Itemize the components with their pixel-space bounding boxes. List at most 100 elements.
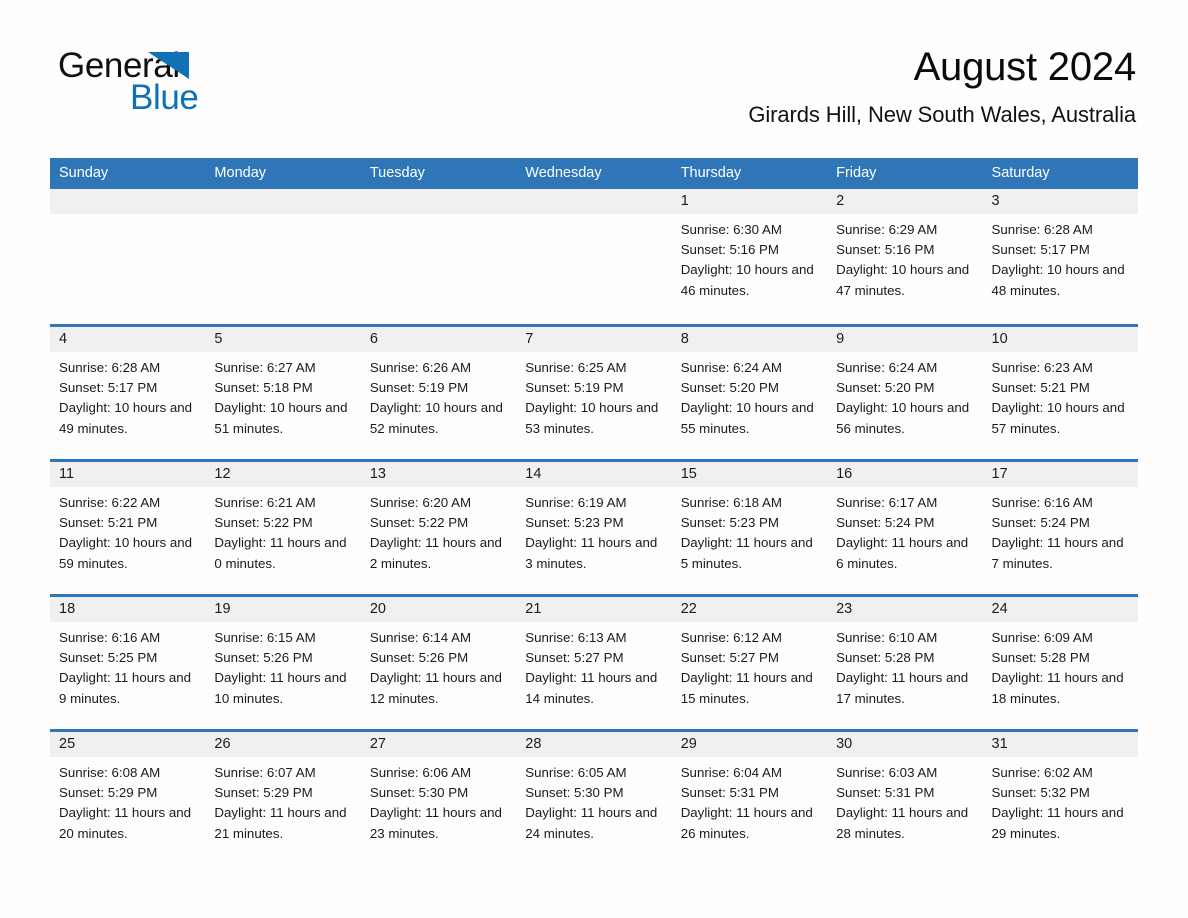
daylight-text: Daylight: 11 hours and 9 minutes. <box>59 670 192 706</box>
daylight-text: Daylight: 10 hours and 57 minutes. <box>991 400 1125 436</box>
calendar-day-cell[interactable]: 21 Sunrise: 6:13 AM Sunset: 5:27 PM Dayligh… <box>516 597 672 729</box>
daylight-text: Daylight: 10 hours and 51 minutes. <box>214 400 348 436</box>
calendar-day-cell[interactable]: 30 Sunrise: 6:03 AM Sunset: 5:31 PM Dayligh… <box>827 732 983 864</box>
weekday-header-tuesday: Tuesday <box>369 165 425 181</box>
calendar-day-cell[interactable]: 20 Sunrise: 6:14 AM Sunset: 5:26 PM Dayligh… <box>360 597 517 729</box>
day-details: Sunrise: 6:08 AM Sunset: 5:29 PM Daylight:… <box>50 757 205 844</box>
daylight-text: Daylight: 11 hours and 7 minutes. <box>991 535 1124 571</box>
calendar-day-cell[interactable]: 6 Sunrise: 6:26 AM Sunset: 5:19 PM Daylight… <box>360 327 517 459</box>
day-details: Sunrise: 6:12 AM Sunset: 5:27 PM Daylight:… <box>672 622 827 709</box>
sunrise-text: Sunrise: 6:17 AM <box>836 495 938 510</box>
day-number <box>50 189 206 214</box>
calendar-day-cell[interactable]: 12 Sunrise: 6:21 AM Sunset: 5:22 PM Dayligh… <box>205 462 361 594</box>
daylight-text: Daylight: 11 hours and 2 minutes. <box>369 535 502 571</box>
day-number: 19 <box>205 597 361 622</box>
day-details: Sunrise: 6:26 AM Sunset: 5:19 PM Daylight:… <box>361 352 516 439</box>
calendar-table: Sunday Monday Tuesday Wednesday Thursday… <box>50 158 1138 864</box>
calendar-day-cell[interactable]: 7 Sunrise: 6:25 AM Sunset: 5:19 PM Daylight… <box>516 327 672 459</box>
day-number: 10 <box>982 327 1138 352</box>
sunrise-text: Sunrise: 6:28 AM <box>59 360 161 375</box>
day-number: 22 <box>671 597 828 622</box>
calendar-day-cell[interactable]: 22 Sunrise: 6:12 AM Sunset: 5:27 PM Dayligh… <box>671 597 828 729</box>
calendar-day-cell[interactable]: 23 Sunrise: 6:10 AM Sunset: 5:28 PM Dayligh… <box>827 597 983 729</box>
sunset-text: Sunset: 5:27 PM <box>680 650 779 666</box>
day-number: 3 <box>982 189 1138 214</box>
day-details: Sunrise: 6:16 AM Sunset: 5:25 PM Daylight:… <box>50 622 205 709</box>
day-details: Sunrise: 6:27 AM Sunset: 5:18 PM Daylight:… <box>205 352 360 439</box>
calendar-day-cell[interactable]: 15 Sunrise: 6:18 AM Sunset: 5:23 PM Dayligh… <box>671 462 828 594</box>
weekday-header-thursday: Thursday <box>680 165 742 181</box>
day-number <box>516 189 672 214</box>
sunrise-text: Sunrise: 6:02 AM <box>991 765 1093 780</box>
calendar-day-cell[interactable]: 28 Sunrise: 6:05 AM Sunset: 5:30 PM Dayligh… <box>516 732 672 864</box>
day-number: 1 <box>671 189 828 214</box>
daylight-text: Daylight: 11 hours and 28 minutes. <box>836 805 969 841</box>
sunrise-text: Sunrise: 6:07 AM <box>214 765 316 780</box>
daylight-text: Daylight: 10 hours and 55 minutes. <box>680 400 814 436</box>
sunset-text: Sunset: 5:27 PM <box>525 650 624 666</box>
sunset-text: Sunset: 5:28 PM <box>836 650 935 666</box>
day-details: Sunrise: 6:30 AM Sunset: 5:16 PM Daylight:… <box>672 214 827 301</box>
calendar-day-cell[interactable]: 29 Sunrise: 6:04 AM Sunset: 5:31 PM Dayligh… <box>671 732 828 864</box>
calendar-day-cell[interactable]: 14 Sunrise: 6:19 AM Sunset: 5:23 PM Dayligh… <box>516 462 672 594</box>
calendar-day-cell[interactable]: 5 Sunrise: 6:27 AM Sunset: 5:18 PM Daylight… <box>205 327 361 459</box>
daylight-text: Daylight: 11 hours and 23 minutes. <box>369 805 502 841</box>
daylight-text: Daylight: 10 hours and 59 minutes. <box>59 535 193 571</box>
day-number: 17 <box>982 462 1138 487</box>
sunset-text: Sunset: 5:29 PM <box>59 785 158 801</box>
calendar-day-cell[interactable]: 16 Sunrise: 6:17 AM Sunset: 5:24 PM Dayligh… <box>827 462 983 594</box>
day-number: 6 <box>360 327 517 352</box>
sunrise-text: Sunrise: 6:24 AM <box>836 360 938 375</box>
day-number: 28 <box>516 732 672 757</box>
calendar-day-cell[interactable]: 9 Sunrise: 6:24 AM Sunset: 5:20 PM Daylight… <box>827 327 983 459</box>
day-number: 5 <box>205 327 361 352</box>
sunrise-text: Sunrise: 6:12 AM <box>680 630 782 645</box>
calendar-day-cell[interactable]: 1 Sunrise: 6:30 AM Sunset: 5:16 PM Daylight… <box>671 189 828 324</box>
sunset-text: Sunset: 5:24 PM <box>836 515 935 531</box>
calendar-day-cell[interactable]: 27 Sunrise: 6:06 AM Sunset: 5:30 PM Dayligh… <box>360 732 517 864</box>
sunset-text: Sunset: 5:24 PM <box>991 515 1090 531</box>
daylight-text: Daylight: 11 hours and 21 minutes. <box>214 805 347 841</box>
sunrise-text: Sunrise: 6:04 AM <box>680 765 782 780</box>
brand-name-blue: Blue <box>130 78 199 117</box>
calendar-day-cell[interactable]: 10 Sunrise: 6:23 AM Sunset: 5:21 PM Dayligh… <box>982 327 1138 459</box>
calendar-week-row: 18 Sunrise: 6:16 AM Sunset: 5:25 PM Dayligh… <box>50 594 1138 729</box>
sunset-text: Sunset: 5:28 PM <box>991 650 1090 666</box>
brand-logo[interactable]: General Blue <box>58 48 378 128</box>
calendar-day-cell[interactable]: 8 Sunrise: 6:24 AM Sunset: 5:20 PM Daylight… <box>671 327 828 459</box>
calendar-day-cell[interactable]: 3 Sunrise: 6:28 AM Sunset: 5:17 PM Daylight… <box>982 189 1138 324</box>
daylight-text: Daylight: 11 hours and 5 minutes. <box>680 535 813 571</box>
sunrise-text: Sunrise: 6:28 AM <box>991 222 1093 237</box>
calendar-day-cell[interactable]: 13 Sunrise: 6:20 AM Sunset: 5:22 PM Dayligh… <box>360 462 517 594</box>
calendar-day-cell[interactable]: 25 Sunrise: 6:08 AM Sunset: 5:29 PM Dayligh… <box>50 732 206 864</box>
sunrise-text: Sunrise: 6:13 AM <box>525 630 627 645</box>
triangle-flag-icon <box>148 52 189 79</box>
calendar-day-cell[interactable]: 17 Sunrise: 6:16 AM Sunset: 5:24 PM Dayligh… <box>982 462 1138 594</box>
calendar-day-cell[interactable]: 19 Sunrise: 6:15 AM Sunset: 5:26 PM Dayligh… <box>205 597 361 729</box>
sunset-text: Sunset: 5:21 PM <box>991 380 1090 396</box>
calendar-week-row: 11 Sunrise: 6:22 AM Sunset: 5:21 PM Dayligh… <box>50 459 1138 594</box>
calendar-day-cell[interactable]: 11 Sunrise: 6:22 AM Sunset: 5:21 PM Dayligh… <box>50 462 206 594</box>
sunset-text: Sunset: 5:25 PM <box>59 650 158 666</box>
calendar-day-cell[interactable]: 18 Sunrise: 6:16 AM Sunset: 5:25 PM Dayligh… <box>50 597 206 729</box>
sunrise-text: Sunrise: 6:24 AM <box>680 360 782 375</box>
calendar-week-row: 1 Sunrise: 6:30 AM Sunset: 5:16 PM Daylight… <box>50 189 1138 324</box>
daylight-text: Daylight: 10 hours and 49 minutes. <box>59 400 193 436</box>
calendar-day-cell[interactable]: 31 Sunrise: 6:02 AM Sunset: 5:32 PM Dayligh… <box>982 732 1138 864</box>
weekday-header-saturday: Saturday <box>991 165 1050 181</box>
day-number <box>360 189 517 214</box>
daylight-text: Daylight: 11 hours and 6 minutes. <box>836 535 969 571</box>
daylight-text: Daylight: 10 hours and 47 minutes. <box>836 262 970 298</box>
calendar-day-cell[interactable]: 2 Sunrise: 6:29 AM Sunset: 5:16 PM Daylight… <box>827 189 983 324</box>
day-details: Sunrise: 6:24 AM Sunset: 5:20 PM Daylight:… <box>672 352 827 439</box>
calendar-day-cell[interactable]: 24 Sunrise: 6:09 AM Sunset: 5:28 PM Dayligh… <box>982 597 1138 729</box>
day-number: 20 <box>360 597 517 622</box>
title-block: August 2024 Girards Hill, New South Wale… <box>748 46 1136 128</box>
day-details: Sunrise: 6:17 AM Sunset: 5:24 PM Daylight:… <box>827 487 982 574</box>
day-number: 9 <box>827 327 983 352</box>
calendar-day-cell[interactable]: 26 Sunrise: 6:07 AM Sunset: 5:29 PM Dayligh… <box>205 732 361 864</box>
sunrise-text: Sunrise: 6:15 AM <box>214 630 316 645</box>
daylight-text: Daylight: 11 hours and 0 minutes. <box>214 535 347 571</box>
daylight-text: Daylight: 11 hours and 24 minutes. <box>525 805 658 841</box>
calendar-day-cell[interactable]: 4 Sunrise: 6:28 AM Sunset: 5:17 PM Daylight… <box>50 327 206 459</box>
